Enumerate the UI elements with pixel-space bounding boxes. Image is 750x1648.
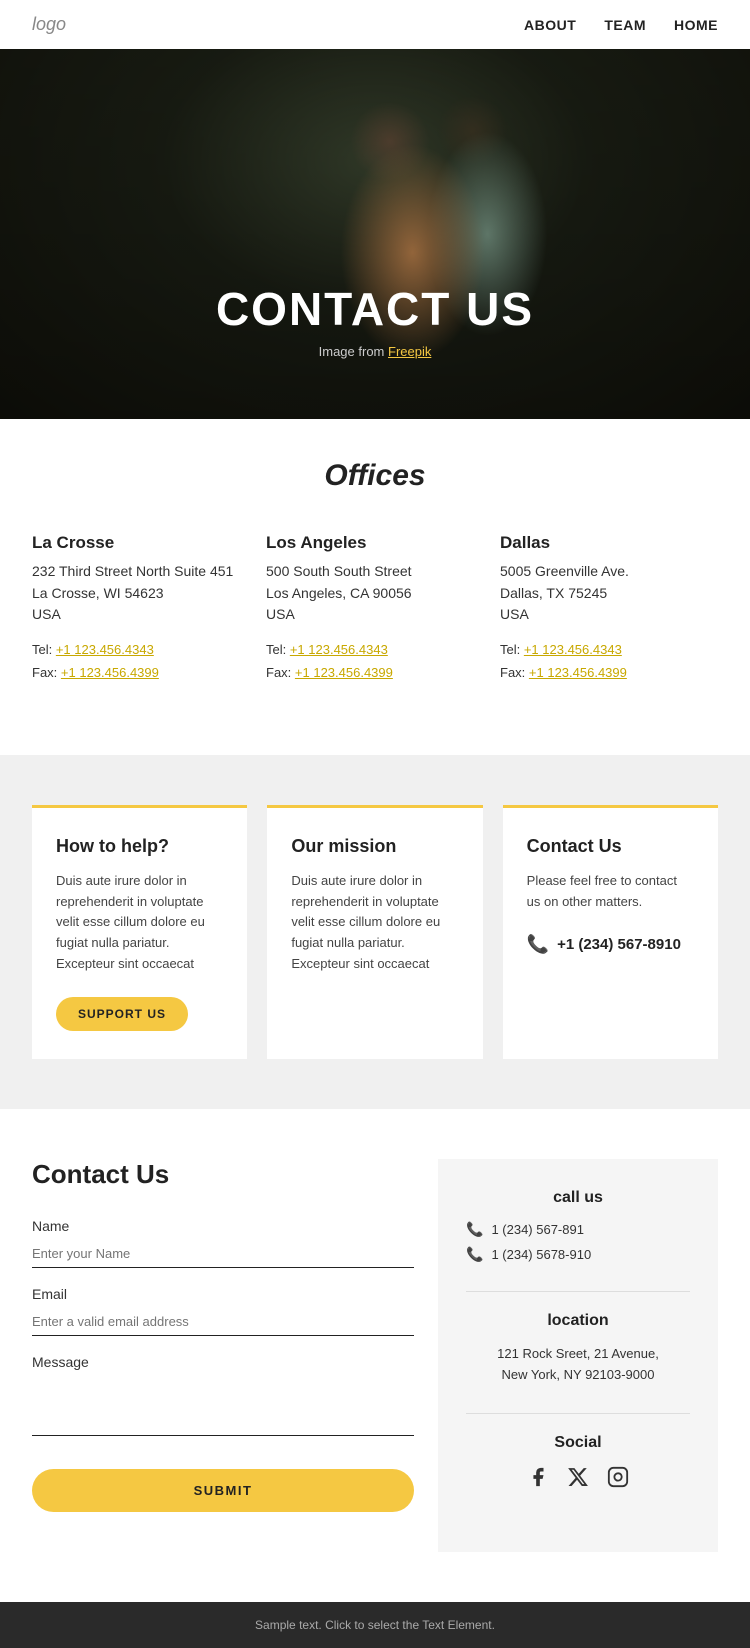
nav-home[interactable]: HOME: [674, 17, 718, 33]
office-los-angeles: Los Angeles 500 South South StreetLos An…: [266, 523, 484, 695]
offices-section: Offices La Crosse 232 Third Street North…: [0, 419, 750, 715]
call-us-title: call us: [466, 1189, 690, 1207]
offices-grid: La Crosse 232 Third Street North Suite 4…: [32, 523, 718, 695]
nav-about[interactable]: ABOUT: [524, 17, 576, 33]
office-address-2: 5005 Greenville Ave.Dallas, TX 75245USA: [500, 561, 718, 626]
phone-icon-1: 📞: [466, 1246, 483, 1263]
phone-number-1: 1 (234) 5678-910: [491, 1247, 591, 1262]
hero-credit-link[interactable]: Freepik: [388, 344, 431, 359]
info-card-phone-number: +1 (234) 567-8910: [557, 936, 681, 953]
sidebar-social: Social: [466, 1434, 690, 1494]
submit-button[interactable]: SUBMIT: [32, 1469, 414, 1512]
office-contact-2: Tel: +1 123.456.4343 Fax: +1 123.456.439…: [500, 638, 718, 685]
location-title: location: [466, 1312, 690, 1330]
form-group-name: Name: [32, 1218, 414, 1268]
office-contact-0: Tel: +1 123.456.4343 Fax: +1 123.456.439…: [32, 638, 250, 685]
office-city-2: Dallas: [500, 533, 718, 553]
offices-title: Offices: [32, 459, 718, 493]
office-city-1: Los Angeles: [266, 533, 484, 553]
info-card-phone: 📞 +1 (234) 567-8910: [527, 934, 694, 955]
divider-2: [466, 1413, 690, 1414]
info-card-body-0: Duis aute irure dolor in reprehenderit i…: [56, 871, 223, 975]
office-dallas: Dallas 5005 Greenville Ave.Dallas, TX 75…: [500, 523, 718, 695]
nav-team[interactable]: TEAM: [604, 17, 646, 33]
phone-icon: 📞: [527, 934, 549, 955]
info-card-title-1: Our mission: [291, 836, 458, 857]
office-tel-1[interactable]: +1 123.456.4343: [290, 642, 388, 657]
office-fax-2[interactable]: +1 123.456.4399: [529, 665, 627, 680]
navbar: logo ABOUT TEAM HOME: [0, 0, 750, 49]
info-card-body-2: Please feel free to contact us on other …: [527, 871, 694, 913]
address-line2: New York, NY 92103-9000: [502, 1367, 655, 1382]
contact-sidebar: call us 📞 1 (234) 567-891 📞 1 (234) 5678…: [438, 1159, 718, 1553]
message-input[interactable]: [32, 1376, 414, 1436]
info-card-how-to-help: How to help? Duis aute irure dolor in re…: [32, 805, 247, 1059]
facebook-icon[interactable]: [527, 1466, 549, 1494]
phone-icon-0: 📞: [466, 1221, 483, 1238]
office-address-0: 232 Third Street North Suite 451La Cross…: [32, 561, 250, 626]
sidebar-call-us: call us 📞 1 (234) 567-891 📞 1 (234) 5678…: [466, 1189, 690, 1263]
form-group-message: Message: [32, 1354, 414, 1441]
divider-1: [466, 1291, 690, 1292]
sidebar-phone-0: 📞 1 (234) 567-891: [466, 1221, 690, 1238]
office-fax-0[interactable]: +1 123.456.4399: [61, 665, 159, 680]
info-card-title-0: How to help?: [56, 836, 223, 857]
x-twitter-icon[interactable]: [567, 1466, 589, 1494]
message-label: Message: [32, 1354, 414, 1370]
office-contact-1: Tel: +1 123.456.4343 Fax: +1 123.456.439…: [266, 638, 484, 685]
phone-number-0: 1 (234) 567-891: [491, 1222, 584, 1237]
office-address-1: 500 South South StreetLos Angeles, CA 90…: [266, 561, 484, 626]
office-la-crosse: La Crosse 232 Third Street North Suite 4…: [32, 523, 250, 695]
hero-content: CONTACT US Image from Freepik: [0, 282, 750, 359]
form-group-email: Email: [32, 1286, 414, 1336]
sidebar-address: 121 Rock Sreet, 21 Avenue, New York, NY …: [466, 1344, 690, 1386]
footer-text: Sample text. Click to select the Text El…: [255, 1618, 495, 1632]
contact-section: Contact Us Name Email Message SUBMIT cal…: [0, 1109, 750, 1603]
logo: logo: [32, 14, 66, 35]
hero-title: CONTACT US: [0, 282, 750, 336]
info-section: How to help? Duis aute irure dolor in re…: [0, 755, 750, 1109]
email-label: Email: [32, 1286, 414, 1302]
support-us-button[interactable]: SUPPORT US: [56, 997, 188, 1031]
social-title: Social: [466, 1434, 690, 1452]
hero-image-overlay: [0, 49, 750, 419]
info-card-title-2: Contact Us: [527, 836, 694, 857]
hero-credit-text: Image from: [319, 344, 388, 359]
instagram-icon[interactable]: [607, 1466, 629, 1494]
office-tel-2[interactable]: +1 123.456.4343: [524, 642, 622, 657]
nav-links: ABOUT TEAM HOME: [524, 17, 718, 33]
info-card-our-mission: Our mission Duis aute irure dolor in rep…: [267, 805, 482, 1059]
hero-section: CONTACT US Image from Freepik: [0, 49, 750, 419]
name-label: Name: [32, 1218, 414, 1234]
social-icons: [466, 1466, 690, 1494]
footer: Sample text. Click to select the Text El…: [0, 1602, 750, 1648]
contact-form-title: Contact Us: [32, 1159, 414, 1190]
address-line1: 121 Rock Sreet, 21 Avenue,: [497, 1346, 659, 1361]
office-city-0: La Crosse: [32, 533, 250, 553]
office-fax-1[interactable]: +1 123.456.4399: [295, 665, 393, 680]
hero-subtitle: Image from Freepik: [0, 344, 750, 359]
sidebar-location: location 121 Rock Sreet, 21 Avenue, New …: [466, 1312, 690, 1386]
name-input[interactable]: [32, 1240, 414, 1268]
info-card-body-1: Duis aute irure dolor in reprehenderit i…: [291, 871, 458, 975]
info-card-contact-us: Contact Us Please feel free to contact u…: [503, 805, 718, 1059]
office-tel-0[interactable]: +1 123.456.4343: [56, 642, 154, 657]
email-input[interactable]: [32, 1308, 414, 1336]
sidebar-phone-1: 📞 1 (234) 5678-910: [466, 1246, 690, 1263]
contact-form-wrap: Contact Us Name Email Message SUBMIT: [32, 1159, 414, 1553]
info-grid: How to help? Duis aute irure dolor in re…: [32, 805, 718, 1059]
